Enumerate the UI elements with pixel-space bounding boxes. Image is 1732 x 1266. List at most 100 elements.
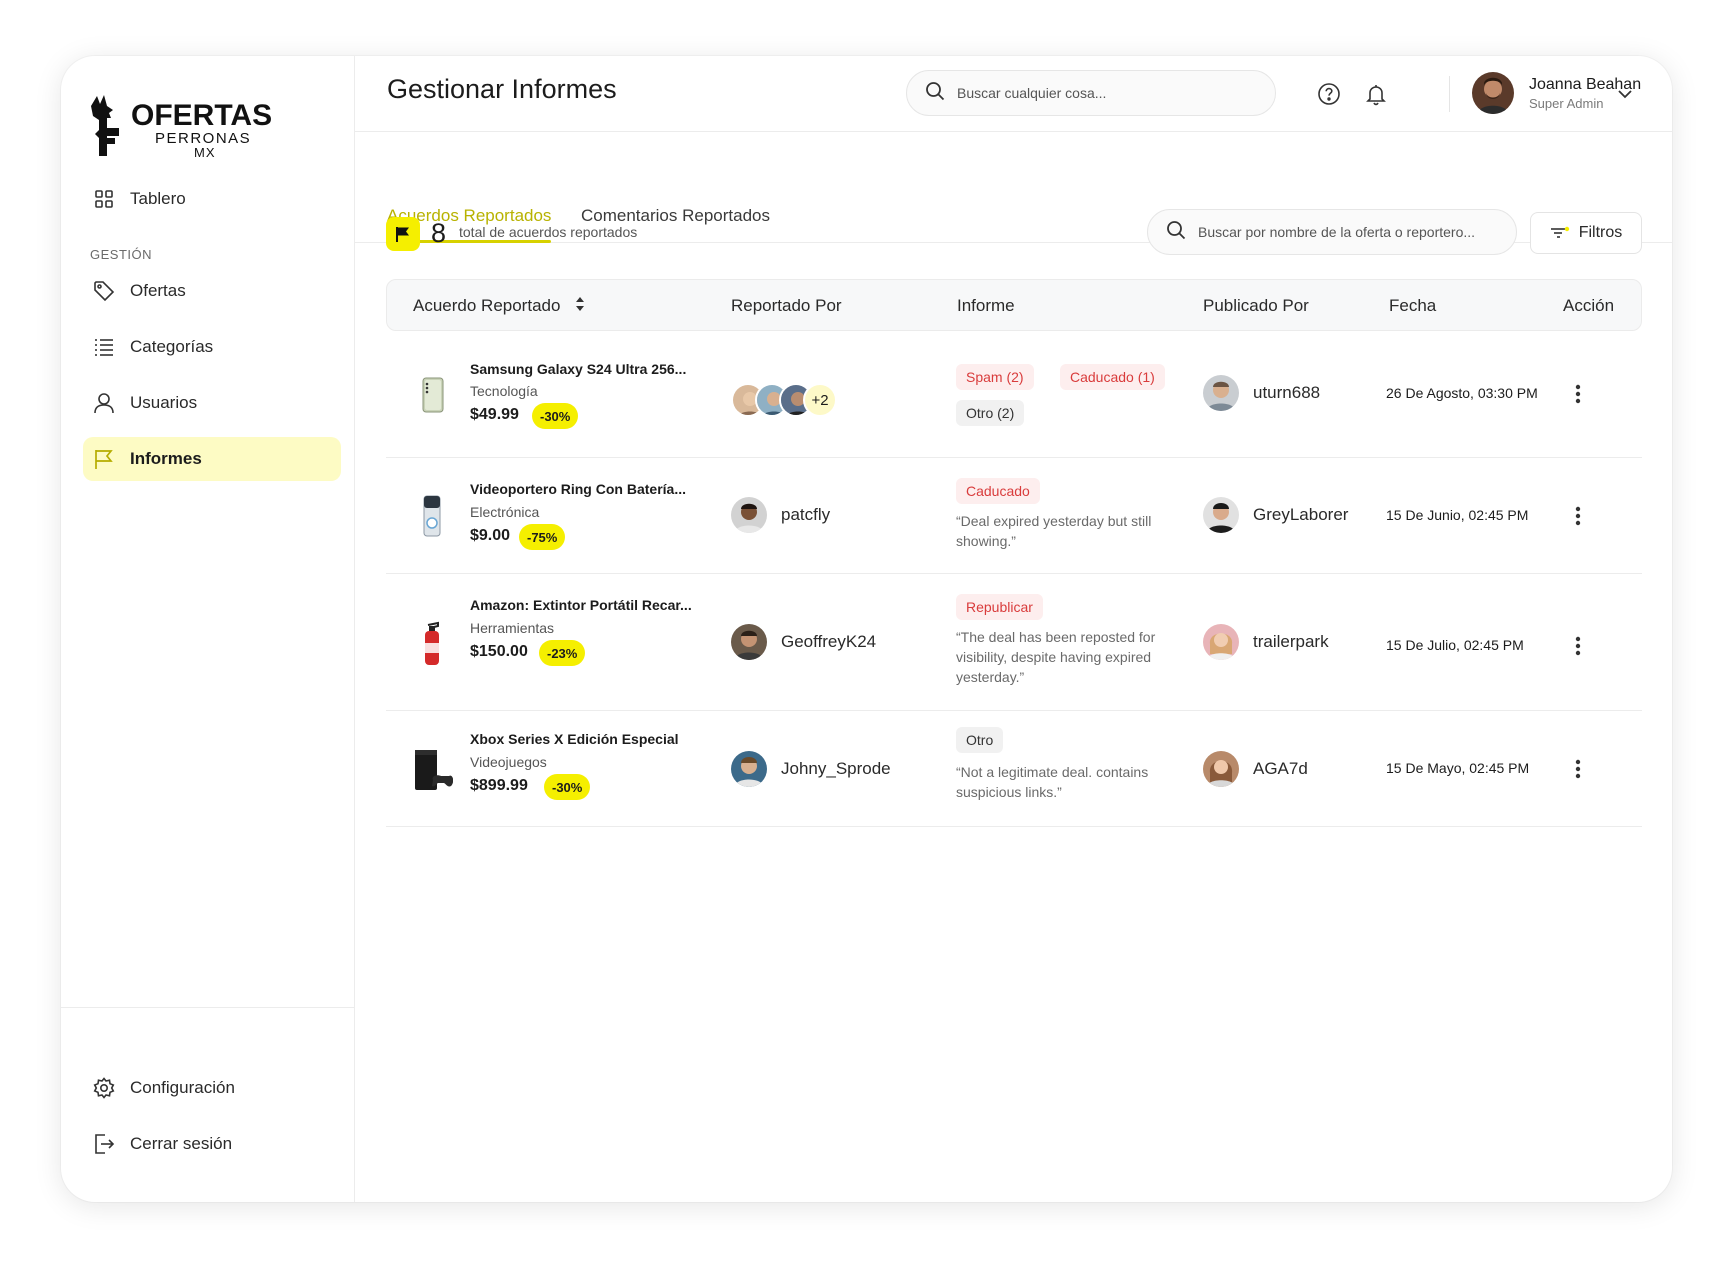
column-header: Acción — [1563, 296, 1615, 315]
report-date: 26 De Agosto, 03:30 PM — [1386, 385, 1538, 401]
report-quote: “The deal has been reposted for visibili… — [956, 629, 1156, 685]
console-icon — [408, 746, 456, 794]
column-header: Fecha — [1389, 296, 1437, 315]
sidebar-item-label: Tablero — [130, 189, 186, 208]
divider — [61, 1007, 355, 1008]
product-price: $899.99 — [470, 777, 528, 794]
sidebar-item-settings[interactable]: Configuración — [83, 1066, 341, 1110]
search-icon — [925, 81, 945, 106]
column-header: Reportado Por — [731, 296, 842, 315]
report-date: 15 De Mayo, 02:45 PM — [1386, 760, 1530, 776]
report-quote: “Deal expired yesterday but still showin… — [956, 513, 1152, 549]
reporter-avatars[interactable]: +2 — [731, 383, 837, 417]
report-tag: Republicar — [956, 594, 1043, 620]
logout-icon — [92, 1132, 116, 1156]
more-options-icon[interactable] — [1566, 382, 1590, 406]
publisher-name: uturn688 — [1253, 383, 1321, 402]
publisher[interactable]: AGA7d — [1203, 751, 1308, 787]
publisher-name: trailerpark — [1253, 632, 1329, 651]
product-name[interactable]: Amazon: Extintor Portátil Recar... — [470, 597, 692, 613]
page-title: Gestionar Informes — [387, 74, 617, 104]
brand-logo[interactable]: OFERTAS PERRONAS MX — [89, 94, 289, 166]
svg-text:OFERTAS: OFERTAS — [131, 99, 272, 132]
avatar — [731, 751, 767, 787]
column-header: Informe — [957, 296, 1015, 315]
product-price: $9.00 — [470, 527, 511, 544]
publisher[interactable]: uturn688 — [1203, 375, 1320, 411]
report-tag: Caducado — [956, 478, 1040, 504]
publisher[interactable]: trailerpark — [1203, 624, 1329, 660]
more-options-icon[interactable] — [1566, 504, 1590, 528]
reporter[interactable]: patcfly — [731, 497, 830, 533]
svg-text:MX: MX — [194, 145, 216, 160]
search-input[interactable] — [1198, 224, 1508, 240]
sidebar-item-users[interactable]: Usuarios — [83, 381, 341, 425]
report-tag: Spam (2) — [956, 364, 1034, 390]
reporter-name: Johny_Sprode — [781, 759, 891, 778]
reporter-name: GeoffreyK24 — [781, 632, 877, 651]
publisher[interactable]: GreyLaborer — [1203, 497, 1348, 533]
table-row[interactable]: Samsung Galaxy S24 Ultra 256... Tecnolog… — [386, 331, 1642, 458]
avatar — [731, 497, 767, 533]
section-label: GESTIÓN — [90, 247, 153, 262]
report-date: 15 De Julio, 02:45 PM — [1386, 637, 1524, 653]
app-window: OFERTAS PERRONAS MX Tablero GESTIÓN Ofer… — [61, 56, 1672, 1202]
bell-icon[interactable] — [1363, 81, 1389, 107]
column-header: Publicado Por — [1203, 296, 1309, 315]
sidebar-item-logout[interactable]: Cerrar sesión — [83, 1122, 341, 1166]
publisher-name: GreyLaborer — [1253, 505, 1349, 524]
sidebar-item-dashboard[interactable]: Tablero — [83, 177, 341, 221]
sidebar-item-label: Ofertas — [130, 281, 186, 300]
reporter[interactable]: GeoffreyK24 — [731, 624, 876, 660]
table-search[interactable] — [1147, 209, 1517, 255]
flag-icon — [92, 447, 116, 471]
tag-icon — [92, 279, 116, 303]
total-label: total de acuerdos reportados — [459, 224, 638, 240]
more-options-icon[interactable] — [1566, 634, 1590, 658]
filter-button[interactable]: Filtros — [1530, 212, 1642, 254]
report-tag: Caducado (1) — [1060, 364, 1165, 390]
sidebar-item-reports[interactable]: Informes — [83, 437, 341, 481]
discount-badge: -75% — [519, 524, 566, 550]
sidebar-item-label: Usuarios — [130, 393, 198, 412]
sidebar-item-categories[interactable]: Categorías — [83, 325, 341, 369]
grid-icon — [92, 187, 116, 211]
list-icon — [92, 335, 116, 359]
more-reporters-count[interactable]: +2 — [803, 383, 837, 417]
divider — [1449, 76, 1450, 112]
extinguisher-icon — [408, 619, 456, 667]
product-category: Tecnología — [470, 383, 538, 399]
table-row[interactable]: Xbox Series X Edición Especial Videojueg… — [386, 711, 1642, 827]
global-search[interactable] — [906, 70, 1276, 116]
doorbell-icon — [408, 492, 456, 540]
phone-icon — [408, 371, 456, 419]
reporter[interactable]: Johny_Sprode — [731, 751, 891, 787]
product-price: $49.99 — [470, 406, 519, 423]
table-row[interactable]: Amazon: Extintor Portátil Recar... Herra… — [386, 574, 1642, 711]
help-icon[interactable] — [1316, 81, 1342, 107]
sort-icon[interactable] — [575, 296, 585, 317]
table-row[interactable]: Videoportero Ring Con Batería... Electró… — [386, 458, 1642, 574]
avatar — [1203, 624, 1239, 660]
chevron-down-icon[interactable] — [1615, 84, 1635, 104]
more-options-icon[interactable] — [1566, 757, 1590, 781]
column-header[interactable]: Acuerdo Reportado — [413, 296, 585, 317]
search-input[interactable] — [957, 85, 1247, 101]
product-name[interactable]: Xbox Series X Edición Especial — [470, 731, 679, 747]
publisher-name: AGA7d — [1253, 759, 1308, 778]
filter-label: Filtros — [1578, 224, 1623, 241]
table-header: Acuerdo Reportado Reportado Por Informe … — [386, 279, 1642, 331]
product-name[interactable]: Samsung Galaxy S24 Ultra 256... — [470, 361, 686, 377]
report-tag: Otro (2) — [956, 400, 1025, 426]
product-category: Videojuegos — [470, 754, 547, 770]
reporter-name: patcfly — [781, 505, 831, 524]
sidebar-item-label: Configuración — [130, 1078, 235, 1097]
search-icon — [1166, 220, 1186, 245]
sidebar-item-label: Cerrar sesión — [130, 1134, 233, 1153]
sidebar-item-offers[interactable]: Ofertas — [83, 269, 341, 313]
report-date: 15 De Junio, 02:45 PM — [1386, 507, 1529, 523]
sidebar-item-label: Categorías — [130, 337, 214, 356]
discount-badge: -30% — [544, 774, 591, 800]
product-name[interactable]: Videoportero Ring Con Batería... — [470, 481, 686, 497]
discount-badge: -30% — [532, 403, 579, 429]
